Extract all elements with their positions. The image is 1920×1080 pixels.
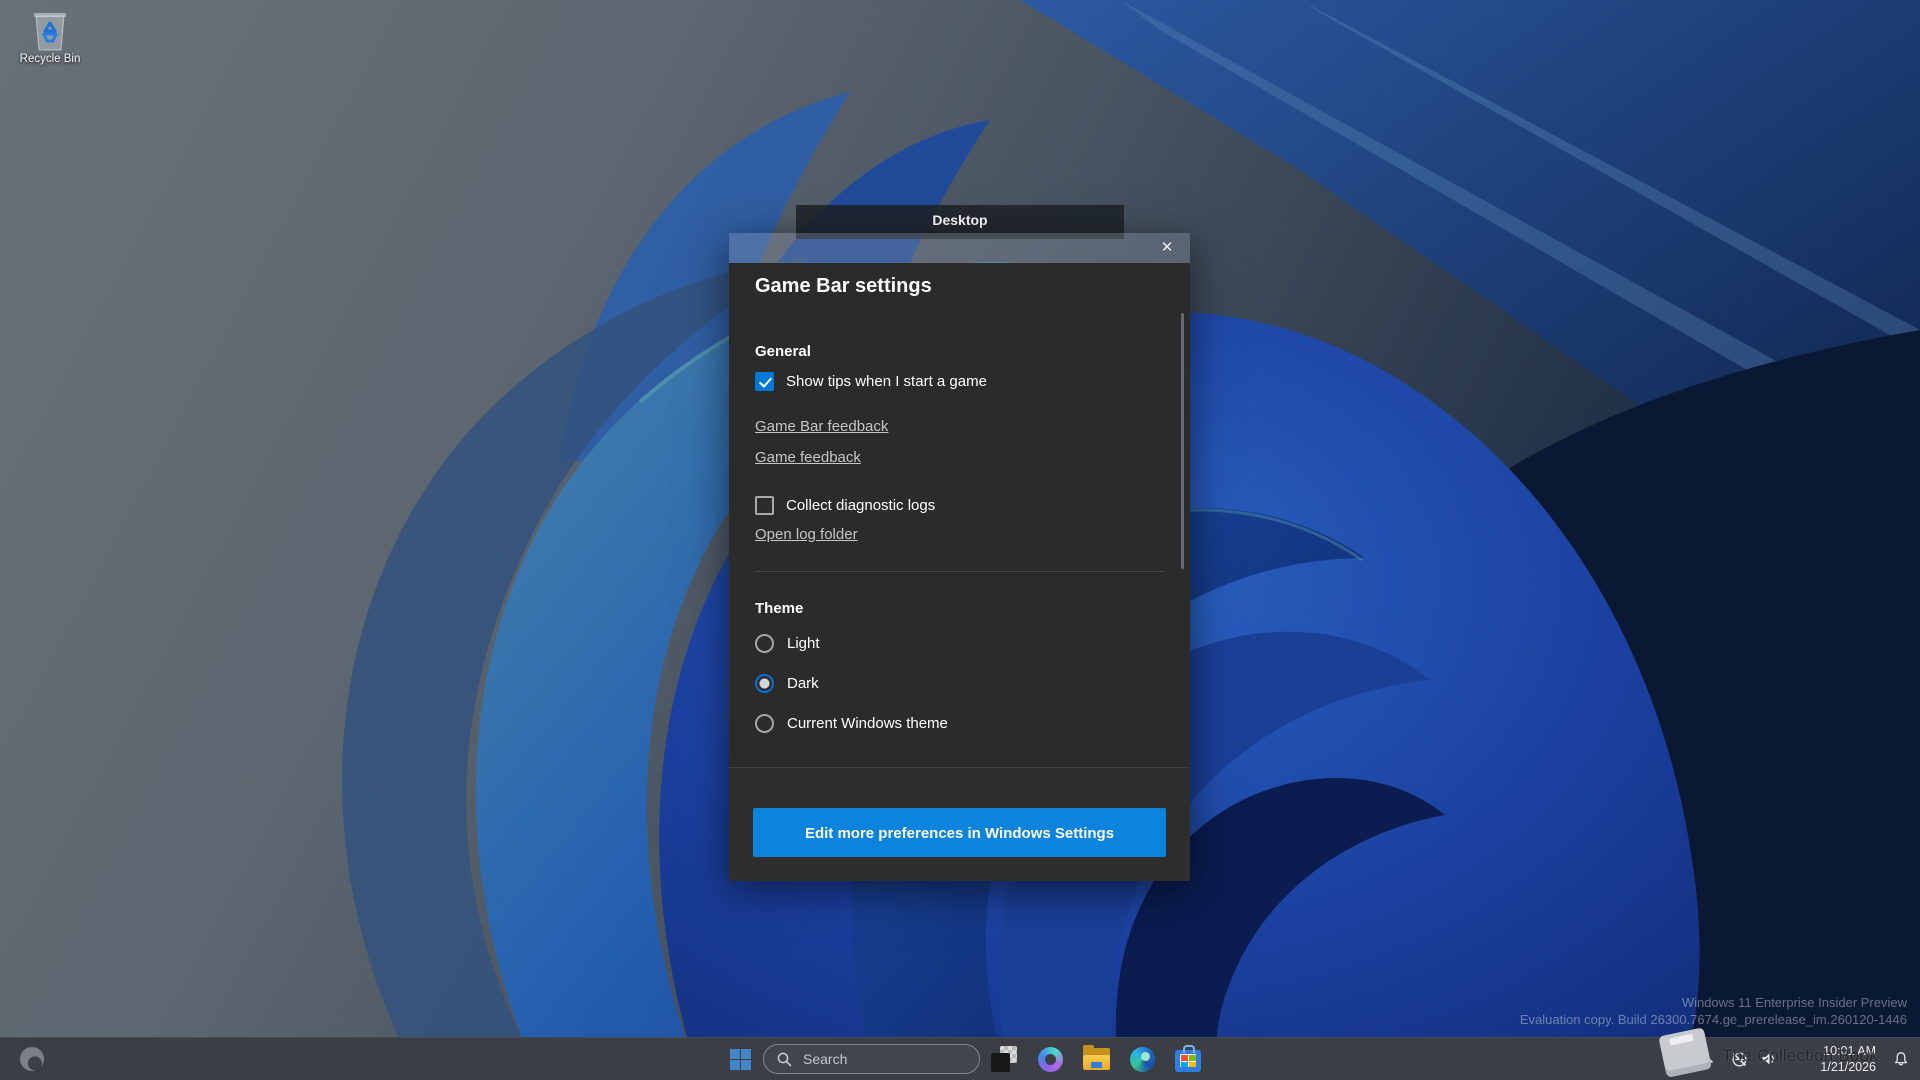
clock-time: 10:01 AM bbox=[1823, 1044, 1876, 1058]
theme-option-current[interactable]: Current Windows theme bbox=[755, 714, 948, 733]
edge-icon bbox=[1129, 1046, 1155, 1072]
os-watermark-line2: Evaluation copy. Build 26300.7674.ge_pre… bbox=[1519, 1012, 1907, 1027]
file-explorer-icon bbox=[1082, 1045, 1110, 1070]
show-tips-checkbox-row[interactable]: Show tips when I start a game bbox=[755, 372, 987, 391]
os-watermark-line1: Windows 11 Enterprise Insider Preview bbox=[1681, 995, 1907, 1010]
dialog-scrollbar[interactable] bbox=[1181, 313, 1184, 569]
tray-show-hidden-icons-button[interactable] bbox=[1694, 1046, 1720, 1072]
current-theme-radio-label: Current Windows theme bbox=[787, 715, 948, 732]
tray-clock[interactable]: 10:01 AM 1/21/2026 bbox=[1786, 1043, 1876, 1075]
chevron-up-icon bbox=[1701, 1055, 1713, 1063]
windows-logo-icon bbox=[729, 1048, 751, 1070]
theme-option-dark[interactable]: Dark bbox=[755, 674, 819, 693]
theme-option-light[interactable]: Light bbox=[755, 634, 820, 653]
dark-radio-label: Dark bbox=[787, 675, 819, 692]
game-bar-feedback-link[interactable]: Game Bar feedback bbox=[755, 418, 888, 435]
recycle-bin-shortcut[interactable]: Recycle Bin bbox=[10, 10, 90, 76]
globe-no-internet-icon bbox=[1731, 1051, 1747, 1067]
start-button[interactable] bbox=[720, 1039, 760, 1079]
tray-volume-button[interactable] bbox=[1756, 1046, 1782, 1072]
light-radio[interactable] bbox=[755, 634, 774, 653]
edit-preferences-button[interactable]: Edit more preferences in Windows Setting… bbox=[753, 808, 1166, 857]
recycle-bin-icon bbox=[32, 10, 68, 52]
taskbar-edge-button[interactable] bbox=[1122, 1039, 1162, 1079]
dialog-header bbox=[729, 233, 1190, 263]
os-build-watermark: Windows 11 Enterprise Insider Preview Ev… bbox=[1520, 994, 1907, 1028]
app-window-icon bbox=[991, 1046, 1017, 1072]
show-tips-label: Show tips when I start a game bbox=[786, 373, 987, 390]
search-icon bbox=[777, 1052, 792, 1066]
clock-date: 1/21/2026 bbox=[1820, 1060, 1876, 1074]
tray-network-button[interactable] bbox=[1726, 1046, 1752, 1072]
game-bar-settings-dialog: ✕ Game Bar settings General Show tips wh… bbox=[729, 233, 1190, 881]
weather-moon-icon bbox=[20, 1047, 44, 1071]
show-tips-checkbox[interactable] bbox=[755, 372, 774, 391]
game-feedback-link[interactable]: Game feedback bbox=[755, 449, 861, 466]
taskbar-file-explorer-button[interactable] bbox=[1076, 1039, 1116, 1079]
notification-bell-icon bbox=[1894, 1052, 1908, 1066]
open-log-folder-link[interactable]: Open log folder bbox=[755, 526, 858, 543]
dialog-title: Game Bar settings bbox=[755, 275, 932, 297]
screen: Recycle Bin Desktop ✕ Game Bar settings … bbox=[0, 0, 1920, 1080]
theme-section-heading: Theme bbox=[755, 600, 804, 617]
recycle-bin-label: Recycle Bin bbox=[19, 53, 81, 65]
copilot-icon bbox=[1037, 1046, 1063, 1072]
taskbar-copilot-button[interactable] bbox=[1030, 1039, 1070, 1079]
taskbar-store-button[interactable] bbox=[1168, 1039, 1208, 1079]
light-radio-label: Light bbox=[787, 635, 820, 652]
taskbar-widgets-button[interactable] bbox=[12, 1044, 52, 1074]
dark-radio[interactable] bbox=[755, 674, 774, 693]
tray-notifications-button[interactable] bbox=[1888, 1046, 1914, 1072]
section-divider bbox=[755, 571, 1164, 572]
collect-logs-checkbox[interactable] bbox=[755, 496, 774, 515]
current-theme-radio[interactable] bbox=[755, 714, 774, 733]
close-icon[interactable]: ✕ bbox=[1148, 233, 1186, 263]
collect-logs-label: Collect diagnostic logs bbox=[786, 497, 936, 514]
general-section-heading: General bbox=[755, 343, 811, 360]
taskbar-search-box[interactable] bbox=[763, 1044, 980, 1074]
microsoft-store-icon bbox=[1175, 1045, 1201, 1072]
speaker-icon bbox=[1762, 1053, 1774, 1065]
search-input[interactable] bbox=[801, 1050, 955, 1068]
taskbar-app-window-button[interactable] bbox=[984, 1039, 1024, 1079]
collect-logs-checkbox-row[interactable]: Collect diagnostic logs bbox=[755, 496, 935, 515]
